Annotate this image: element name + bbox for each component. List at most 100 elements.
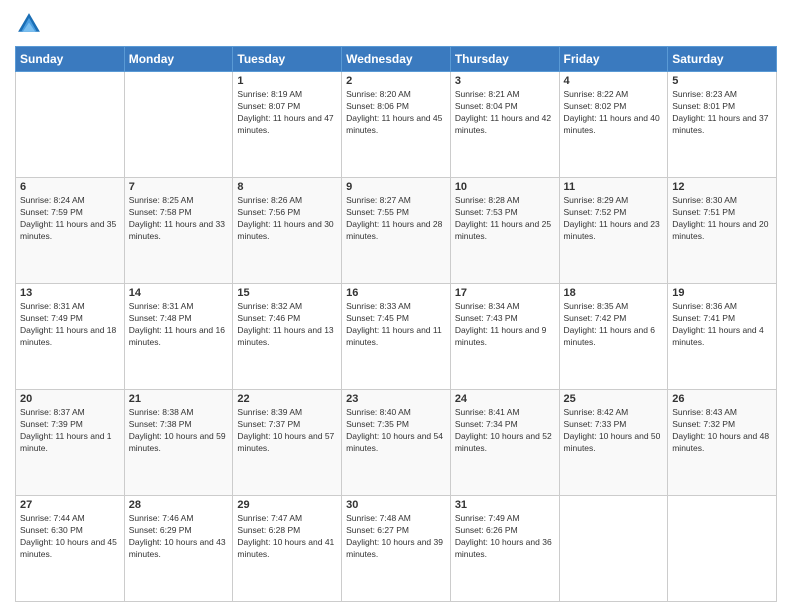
- page: SundayMondayTuesdayWednesdayThursdayFrid…: [0, 0, 792, 612]
- logo: [15, 10, 47, 38]
- calendar-cell: 19Sunrise: 8:36 AMSunset: 7:41 PMDayligh…: [668, 284, 777, 390]
- calendar-cell: 26 Sunrise: 8:43 AMSunset: 7:32 PMDayligh…: [668, 390, 777, 496]
- day-info: Sunrise: 8:42 AMSunset: 7:33 PMDaylight:…: [564, 407, 664, 455]
- calendar-cell: 6Sunrise: 8:24 AMSunset: 7:59 PMDaylight…: [16, 178, 125, 284]
- calendar-cell: [124, 72, 233, 178]
- day-number: 2: [346, 75, 446, 87]
- weekday-header-wednesday: Wednesday: [342, 47, 451, 72]
- day-number: 20: [20, 393, 120, 405]
- day-info: Sunrise: 8:33 AMSunset: 7:45 PMDaylight:…: [346, 301, 446, 349]
- calendar-cell: 13Sunrise: 8:31 AMSunset: 7:49 PMDayligh…: [16, 284, 125, 390]
- day-number: 12: [672, 181, 772, 193]
- day-number: 4: [564, 75, 664, 87]
- day-info: Sunrise: 8:20 AMSunset: 8:06 PMDaylight:…: [346, 89, 446, 137]
- day-number: 8: [237, 181, 337, 193]
- day-number: 23: [346, 393, 446, 405]
- calendar-cell: 5Sunrise: 8:23 AMSunset: 8:01 PMDaylight…: [668, 72, 777, 178]
- day-info: Sunrise: 8:31 AMSunset: 7:48 PMDaylight:…: [129, 301, 229, 349]
- day-info: Sunrise: 8:43 AMSunset: 7:32 PMDaylight:…: [672, 407, 772, 455]
- day-number: 31: [455, 499, 555, 511]
- day-info: Sunrise: 7:44 AMSunset: 6:30 PMDaylight:…: [20, 513, 120, 561]
- calendar-cell: 17 Sunrise: 8:34 AMSunset: 7:43 PMDayligh…: [450, 284, 559, 390]
- calendar-cell: 3 Sunrise: 8:21 AMSunset: 8:04 PMDaylight…: [450, 72, 559, 178]
- weekday-header-tuesday: Tuesday: [233, 47, 342, 72]
- week-row-5: 27Sunrise: 7:44 AMSunset: 6:30 PMDayligh…: [16, 496, 777, 602]
- day-number: 30: [346, 499, 446, 511]
- logo-icon: [15, 10, 43, 38]
- calendar-cell: 18 Sunrise: 8:35 AMSunset: 7:42 PMDayligh…: [559, 284, 668, 390]
- calendar-cell: 4 Sunrise: 8:22 AMSunset: 8:02 PMDaylight…: [559, 72, 668, 178]
- day-number: 14: [129, 287, 229, 299]
- calendar-cell: 25 Sunrise: 8:42 AMSunset: 7:33 PMDayligh…: [559, 390, 668, 496]
- calendar-cell: 24 Sunrise: 8:41 AMSunset: 7:34 PMDayligh…: [450, 390, 559, 496]
- day-info: Sunrise: 8:25 AMSunset: 7:58 PMDaylight:…: [129, 195, 229, 243]
- day-info: Sunrise: 8:40 AMSunset: 7:35 PMDaylight:…: [346, 407, 446, 455]
- calendar-cell: 30 Sunrise: 7:48 AMSunset: 6:27 PMDayligh…: [342, 496, 451, 602]
- day-info: Sunrise: 8:34 AMSunset: 7:43 PMDaylight:…: [455, 301, 555, 349]
- day-info: Sunrise: 8:30 AMSunset: 7:51 PMDaylight:…: [672, 195, 772, 243]
- calendar-cell: 12 Sunrise: 8:30 AMSunset: 7:51 PMDayligh…: [668, 178, 777, 284]
- calendar-cell: 29 Sunrise: 7:47 AMSunset: 6:28 PMDayligh…: [233, 496, 342, 602]
- calendar-cell: 20 Sunrise: 8:37 AMSunset: 7:39 PMDayligh…: [16, 390, 125, 496]
- day-info: Sunrise: 8:26 AMSunset: 7:56 PMDaylight:…: [237, 195, 337, 243]
- calendar-cell: 8 Sunrise: 8:26 AMSunset: 7:56 PMDaylight…: [233, 178, 342, 284]
- weekday-header-sunday: Sunday: [16, 47, 125, 72]
- day-number: 1: [237, 75, 337, 87]
- day-number: 5: [672, 75, 772, 87]
- weekday-header-row: SundayMondayTuesdayWednesdayThursdayFrid…: [16, 47, 777, 72]
- calendar-cell: [559, 496, 668, 602]
- calendar-cell: 7Sunrise: 8:25 AMSunset: 7:58 PMDaylight…: [124, 178, 233, 284]
- day-number: 17: [455, 287, 555, 299]
- calendar-cell: 31 Sunrise: 7:49 AMSunset: 6:26 PMDayligh…: [450, 496, 559, 602]
- day-number: 15: [237, 287, 337, 299]
- day-info: Sunrise: 8:27 AMSunset: 7:55 PMDaylight:…: [346, 195, 446, 243]
- calendar-cell: 27Sunrise: 7:44 AMSunset: 6:30 PMDayligh…: [16, 496, 125, 602]
- calendar-cell: 2 Sunrise: 8:20 AMSunset: 8:06 PMDaylight…: [342, 72, 451, 178]
- calendar-table: SundayMondayTuesdayWednesdayThursdayFrid…: [15, 46, 777, 602]
- weekday-header-saturday: Saturday: [668, 47, 777, 72]
- day-number: 9: [346, 181, 446, 193]
- day-number: 13: [20, 287, 120, 299]
- day-number: 3: [455, 75, 555, 87]
- day-number: 25: [564, 393, 664, 405]
- day-info: Sunrise: 8:32 AMSunset: 7:46 PMDaylight:…: [237, 301, 337, 349]
- day-number: 18: [564, 287, 664, 299]
- weekday-header-friday: Friday: [559, 47, 668, 72]
- day-number: 19: [672, 287, 772, 299]
- calendar-cell: 21Sunrise: 8:38 AMSunset: 7:38 PMDayligh…: [124, 390, 233, 496]
- calendar-cell: 23 Sunrise: 8:40 AMSunset: 7:35 PMDayligh…: [342, 390, 451, 496]
- calendar-cell: 15 Sunrise: 8:32 AMSunset: 7:46 PMDayligh…: [233, 284, 342, 390]
- day-info: Sunrise: 8:28 AMSunset: 7:53 PMDaylight:…: [455, 195, 555, 243]
- calendar-cell: 22Sunrise: 8:39 AMSunset: 7:37 PMDayligh…: [233, 390, 342, 496]
- calendar-cell: 28 Sunrise: 7:46 AMSunset: 6:29 PMDayligh…: [124, 496, 233, 602]
- week-row-4: 20 Sunrise: 8:37 AMSunset: 7:39 PMDayligh…: [16, 390, 777, 496]
- day-info: Sunrise: 8:21 AMSunset: 8:04 PMDaylight:…: [455, 89, 555, 137]
- day-number: 29: [237, 499, 337, 511]
- header: [15, 10, 777, 38]
- day-info: Sunrise: 7:46 AMSunset: 6:29 PMDaylight:…: [129, 513, 229, 561]
- day-info: Sunrise: 7:48 AMSunset: 6:27 PMDaylight:…: [346, 513, 446, 561]
- day-info: Sunrise: 7:47 AMSunset: 6:28 PMDaylight:…: [237, 513, 337, 561]
- day-number: 10: [455, 181, 555, 193]
- day-info: Sunrise: 8:39 AMSunset: 7:37 PMDaylight:…: [237, 407, 337, 455]
- day-info: Sunrise: 8:29 AMSunset: 7:52 PMDaylight:…: [564, 195, 664, 243]
- day-info: Sunrise: 8:41 AMSunset: 7:34 PMDaylight:…: [455, 407, 555, 455]
- day-info: Sunrise: 8:38 AMSunset: 7:38 PMDaylight:…: [129, 407, 229, 455]
- day-number: 16: [346, 287, 446, 299]
- day-info: Sunrise: 8:22 AMSunset: 8:02 PMDaylight:…: [564, 89, 664, 137]
- day-info: Sunrise: 8:19 AMSunset: 8:07 PMDaylight:…: [237, 89, 337, 137]
- week-row-3: 13Sunrise: 8:31 AMSunset: 7:49 PMDayligh…: [16, 284, 777, 390]
- calendar-cell: 10 Sunrise: 8:28 AMSunset: 7:53 PMDayligh…: [450, 178, 559, 284]
- day-info: Sunrise: 8:37 AMSunset: 7:39 PMDaylight:…: [20, 407, 120, 455]
- day-info: Sunrise: 7:49 AMSunset: 6:26 PMDaylight:…: [455, 513, 555, 561]
- calendar-cell: 16 Sunrise: 8:33 AMSunset: 7:45 PMDayligh…: [342, 284, 451, 390]
- calendar-cell: 14 Sunrise: 8:31 AMSunset: 7:48 PMDayligh…: [124, 284, 233, 390]
- week-row-1: 1 Sunrise: 8:19 AMSunset: 8:07 PMDaylight…: [16, 72, 777, 178]
- week-row-2: 6Sunrise: 8:24 AMSunset: 7:59 PMDaylight…: [16, 178, 777, 284]
- day-number: 28: [129, 499, 229, 511]
- calendar-cell: [668, 496, 777, 602]
- day-number: 24: [455, 393, 555, 405]
- day-info: Sunrise: 8:35 AMSunset: 7:42 PMDaylight:…: [564, 301, 664, 349]
- calendar-cell: 11Sunrise: 8:29 AMSunset: 7:52 PMDayligh…: [559, 178, 668, 284]
- day-number: 26: [672, 393, 772, 405]
